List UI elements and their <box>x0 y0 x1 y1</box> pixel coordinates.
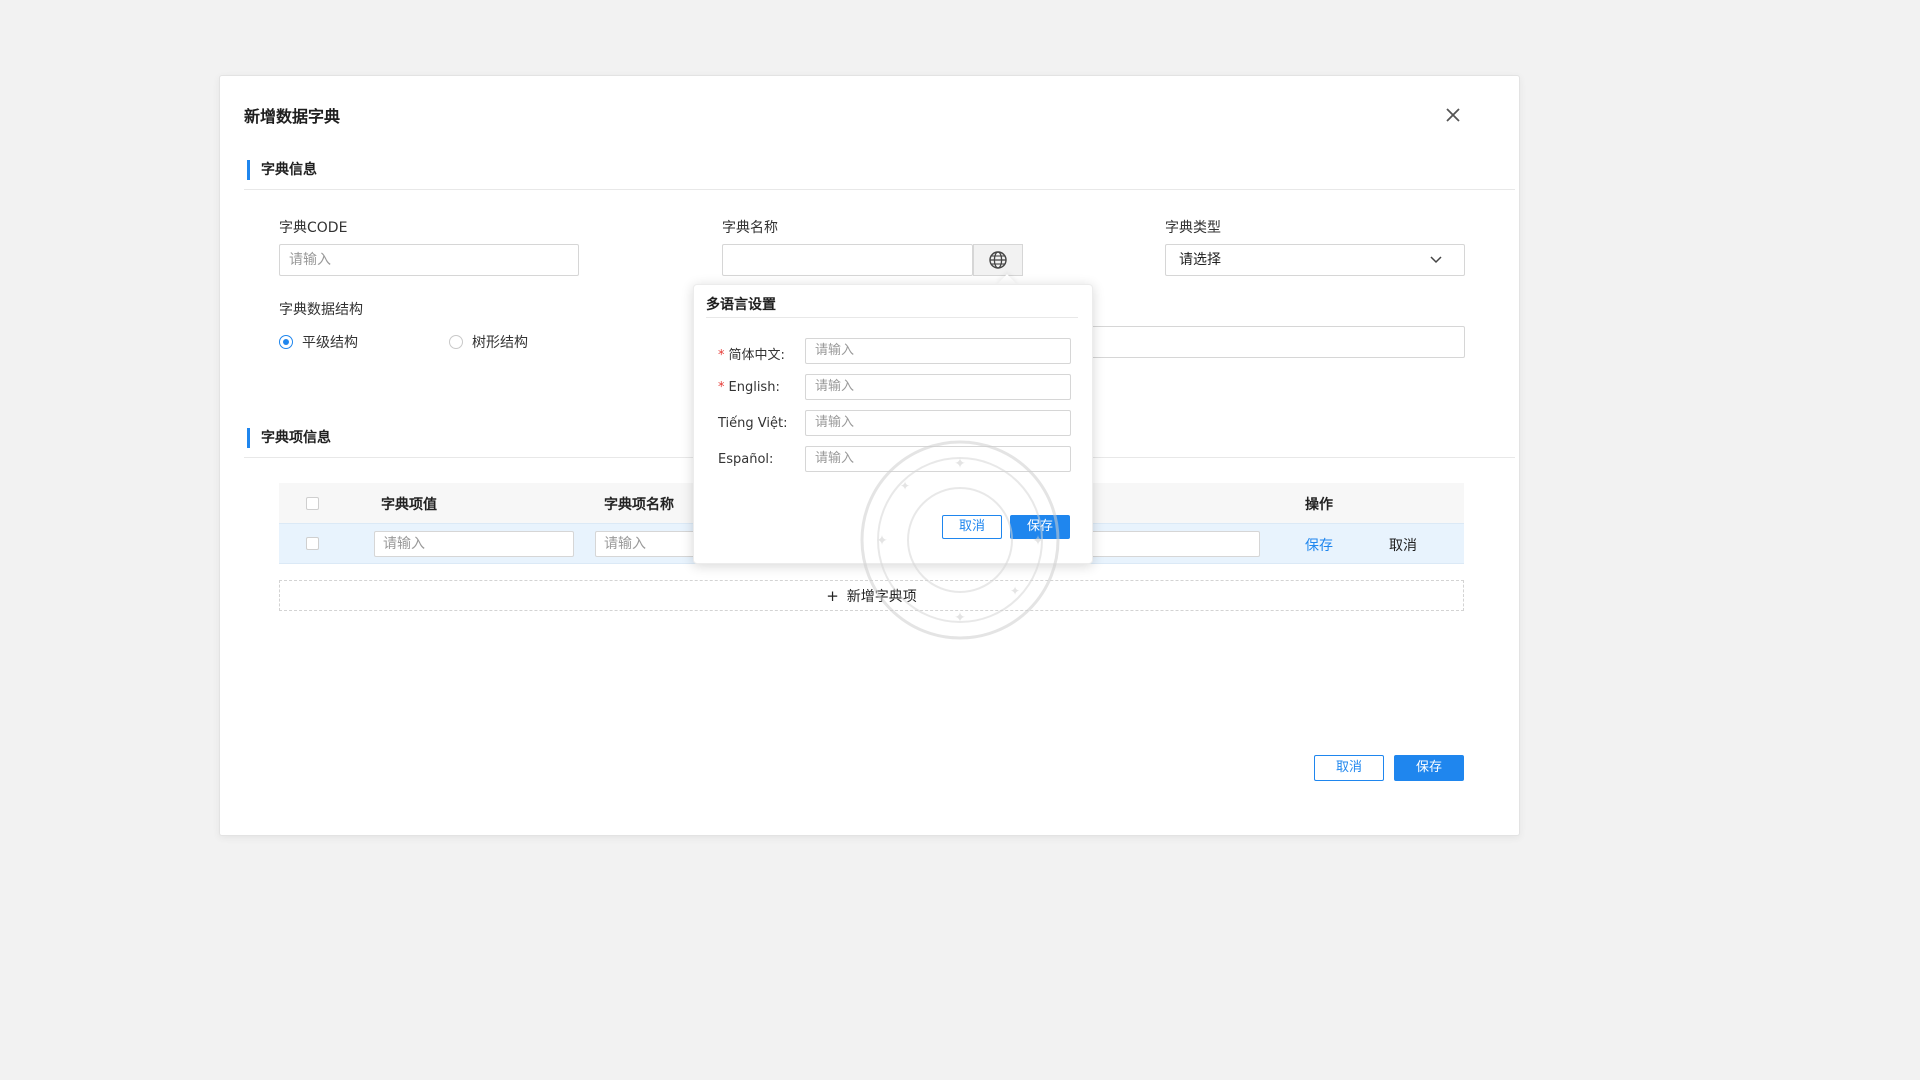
cancel-button[interactable]: 取消 <box>1314 755 1384 781</box>
select-all-checkbox[interactable] <box>306 497 319 510</box>
radio-label: 树形结构 <box>472 335 528 351</box>
divider <box>244 189 1515 190</box>
multilanguage-popover: 多语言设置 * 简体中文: 请输入 * English: 请输入 Tiếng Việ… <box>693 284 1093 564</box>
chevron-down-icon <box>1430 256 1442 264</box>
lang-input-en[interactable]: 请输入 <box>805 374 1071 400</box>
save-button[interactable]: 保存 <box>1394 755 1464 781</box>
type-select[interactable]: 请选择 <box>1165 244 1465 276</box>
radio-flat-structure[interactable]: 平级结构 <box>279 332 358 352</box>
popover-title: 多语言设置 <box>706 297 776 313</box>
globe-icon <box>989 251 1007 269</box>
section-dictionary-items: 字典项信息 <box>247 428 331 448</box>
divider <box>706 317 1078 318</box>
dialog-title: 新增数据字典 <box>244 107 341 126</box>
column-actions: 操作 <box>1305 497 1333 513</box>
language-button[interactable] <box>973 244 1023 276</box>
lang-label-es: Español: <box>718 452 774 467</box>
lang-label-en: * English: <box>718 380 780 395</box>
lang-input-es[interactable]: 请输入 <box>805 446 1071 472</box>
add-item-label: 新增字典项 <box>846 588 917 605</box>
lang-label-zh: * 简体中文: <box>718 348 785 363</box>
row-save-link[interactable]: 保存 <box>1305 535 1333 555</box>
add-item-button[interactable]: + 新增字典项 <box>279 580 1464 611</box>
item-extra-input[interactable] <box>1079 531 1260 557</box>
radio-checked-icon <box>279 335 293 349</box>
structure-label: 字典数据结构 <box>279 302 363 318</box>
name-label: 字典名称 <box>722 220 778 236</box>
type-label: 字典类型 <box>1165 220 1221 236</box>
row-cancel-link[interactable]: 取消 <box>1389 535 1417 555</box>
close-icon[interactable] <box>1442 104 1464 126</box>
type-select-value: 请选择 <box>1179 252 1221 268</box>
section-dictionary-info: 字典信息 <box>247 160 317 180</box>
lang-label-vi: Tiếng Việt: <box>718 416 788 431</box>
row-checkbox[interactable] <box>306 537 319 550</box>
name-input[interactable] <box>722 244 973 276</box>
obscured-input[interactable] <box>1080 326 1465 358</box>
radio-unchecked-icon <box>449 335 463 349</box>
column-item-value: 字典项值 <box>381 497 437 513</box>
lang-input-vi[interactable]: 请输入 <box>805 410 1071 436</box>
item-value-input[interactable]: 请输入 <box>374 531 574 557</box>
item-name-input[interactable]: 请输入 <box>595 531 695 557</box>
popover-cancel-button[interactable]: 取消 <box>942 515 1002 539</box>
radio-tree-structure[interactable]: 树形结构 <box>449 332 528 352</box>
code-input[interactable]: 请输入 <box>279 244 579 276</box>
lang-input-zh[interactable]: 请输入 <box>805 338 1071 364</box>
popover-save-button[interactable]: 保存 <box>1010 515 1070 539</box>
code-label: 字典CODE <box>279 220 348 236</box>
radio-label: 平级结构 <box>302 335 358 351</box>
plus-icon: + <box>826 586 839 605</box>
column-item-name: 字典项名称 <box>604 497 674 513</box>
